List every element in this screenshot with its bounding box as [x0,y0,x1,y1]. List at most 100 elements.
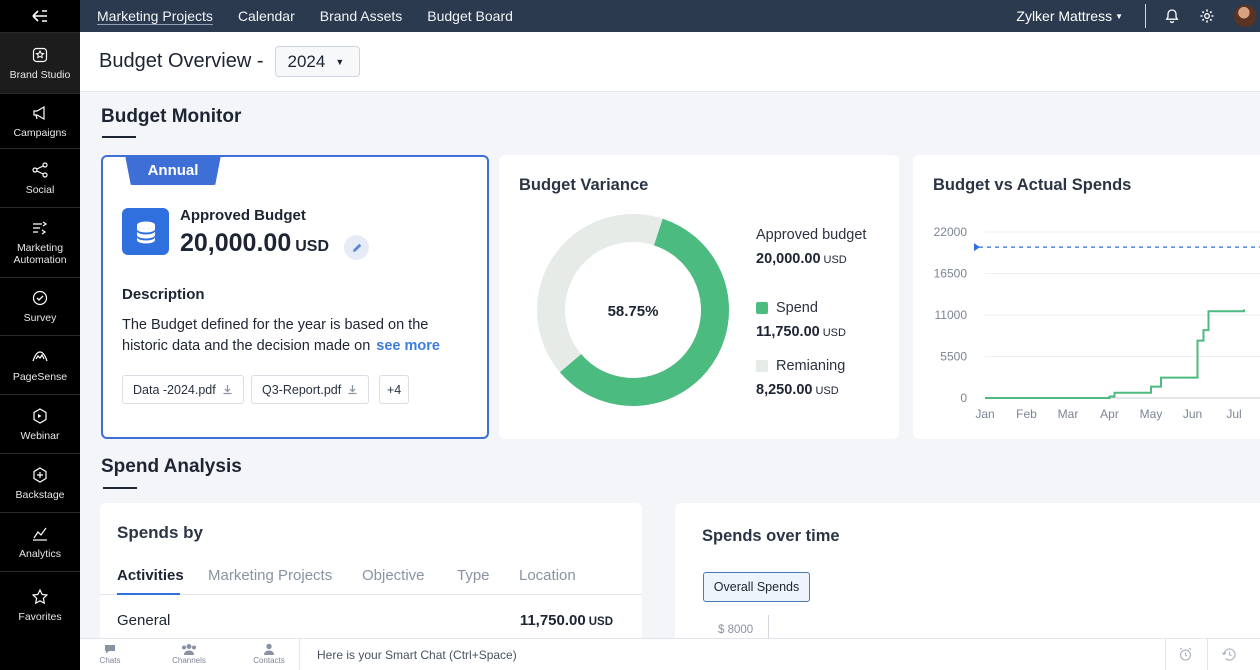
divider [1207,639,1208,670]
channels-button[interactable]: Channels [159,643,219,665]
x-tick-label: Apr [1100,407,1119,421]
chat-icon [105,645,115,654]
automation-icon [33,221,48,235]
section-underline [102,136,136,138]
bottom-bar: Chats Channels Contacts Here is your Sma… [80,638,1260,670]
back-arrow-icon [32,10,47,22]
approved-budget-label: Approved Budget [180,207,306,224]
sidebar-item-campaigns[interactable]: Campaigns [0,93,80,148]
survey-icon [32,290,48,306]
remaining-label: Remianing [776,358,846,374]
description-text: The Budget defined for the year is based… [122,315,452,357]
attachment-name: Data -2024.pdf [133,382,216,397]
tab-budget-board[interactable]: Budget Board [427,8,513,24]
sidebar-item-favorites[interactable]: Favorites [0,571,80,638]
amount: 11,750.00 [756,324,820,340]
sidebar-item-survey[interactable]: Survey [0,277,80,335]
tab-marketing-projects[interactable]: Marketing Projects [208,567,332,584]
y-tick-label: 11000 [935,308,968,322]
approved-budget-label: Approved budget [756,227,867,243]
annual-budget-card: Annual Approved Budget 20,000.00 USD Desc… [101,155,489,439]
smart-chat-input[interactable]: Here is your Smart Chat (Ctrl+Space) [317,648,517,662]
active-tab-indicator [117,593,180,595]
budget-vs-actual-chart: 0 5500 11000 16500 22000 Jan Feb Mar Apr May Jun Ju… [934,225,1260,421]
tab-calendar[interactable]: Calendar [238,8,295,24]
y-tick-label: 5500 [940,350,967,364]
tab-activities[interactable]: Activities [117,567,184,584]
page-header: Budget Overview - 2024 ▼ [80,32,1260,92]
sidebar-item-backstage[interactable]: Backstage [0,453,80,512]
history-icon[interactable] [1221,647,1237,667]
tab-objective[interactable]: Objective [362,567,425,584]
sidebar-item-label: Social [25,183,55,196]
tab-marketing-projects[interactable]: Marketing Projects [97,8,213,24]
pencil-icon [352,243,361,252]
variance-donut-chart: 58.75% [537,214,729,406]
attachment-name: Q3-Report.pdf [262,382,342,397]
chats-label: Chats [99,656,121,665]
currency: USD [588,616,613,628]
currency: USD [822,327,846,339]
actual-spend-line [985,309,1245,399]
x-tick-label: Jan [975,407,994,421]
webinar-icon [33,407,47,424]
share-icon [32,161,48,178]
divider [1165,639,1166,670]
sidebar-item-label: Marketing Automation [13,242,67,266]
tab-type[interactable]: Type [457,567,490,584]
divider [1145,4,1146,28]
see-more-link[interactable]: see more [376,338,440,354]
analytics-icon [33,527,47,541]
year-select[interactable]: 2024 ▼ [274,46,360,77]
gear-icon[interactable] [1199,8,1215,24]
amount: 20,000.00 [756,251,821,267]
contacts-icon [264,643,274,655]
attachment-chip[interactable]: Q3-Report.pdf [251,375,370,404]
more-attachments-chip[interactable]: +4 [379,375,410,404]
annual-tab: Annual [125,155,221,185]
sidebar-item-label: PageSense [12,370,68,383]
card-title: Spends by [117,523,203,542]
alarm-icon[interactable] [1178,647,1193,667]
sidebar-item-brand-studio[interactable]: Brand Studio [0,32,80,93]
top-nav: Marketing Projects Calendar Brand Assets… [80,0,1260,32]
currency: USD [815,385,839,397]
spend-label: Spend [776,300,818,316]
tab-location[interactable]: Location [519,567,576,584]
sidebar: Brand Studio Campaigns Social Marketing Auto… [0,0,80,670]
overall-spends-button[interactable]: Overall Spends [703,572,810,602]
sidebar-item-label: Backstage [15,488,65,501]
x-tick-label: Jun [1183,407,1202,421]
download-icon[interactable] [222,384,233,395]
coins-icon [122,208,169,255]
attachment-chip[interactable]: Data -2024.pdf [122,375,244,404]
chats-button[interactable]: Chats [80,643,140,665]
org-switcher[interactable]: Zylker Mattress ▼ [1016,8,1123,24]
currency: USD [295,238,329,255]
download-icon[interactable] [347,384,358,395]
avatar[interactable] [1234,5,1256,27]
caret-down-icon: ▼ [335,56,345,67]
megaphone-icon [33,105,45,120]
org-name: Zylker Mattress [1016,8,1113,24]
channels-icon [182,644,196,655]
contacts-label: Contacts [253,656,285,665]
sidebar-item-analytics[interactable]: Analytics [0,512,80,571]
section-underline [103,487,137,489]
sidebar-item-webinar[interactable]: Webinar [0,394,80,453]
y-tick-label: 0 [960,391,967,405]
contacts-button[interactable]: Contacts [239,643,299,665]
remaining-value: 8,250.00 USD [756,382,839,398]
back-button[interactable] [0,0,80,32]
currency: USD [823,254,847,266]
tab-brand-assets[interactable]: Brand Assets [320,8,403,24]
section-title-budget-monitor: Budget Monitor [101,106,242,127]
budget-variance-card: Budget Variance 58.75% Approved budget 2… [499,155,899,439]
sidebar-item-social[interactable]: Social [0,148,80,207]
star-icon [31,588,49,604]
bell-icon[interactable] [1164,8,1180,24]
sidebar-item-pagesense[interactable]: PageSense [0,335,80,394]
edit-button[interactable] [344,235,369,260]
sidebar-item-marketing-automation[interactable]: Marketing Automation [0,207,80,277]
x-tick-label: Jul [1226,407,1241,421]
